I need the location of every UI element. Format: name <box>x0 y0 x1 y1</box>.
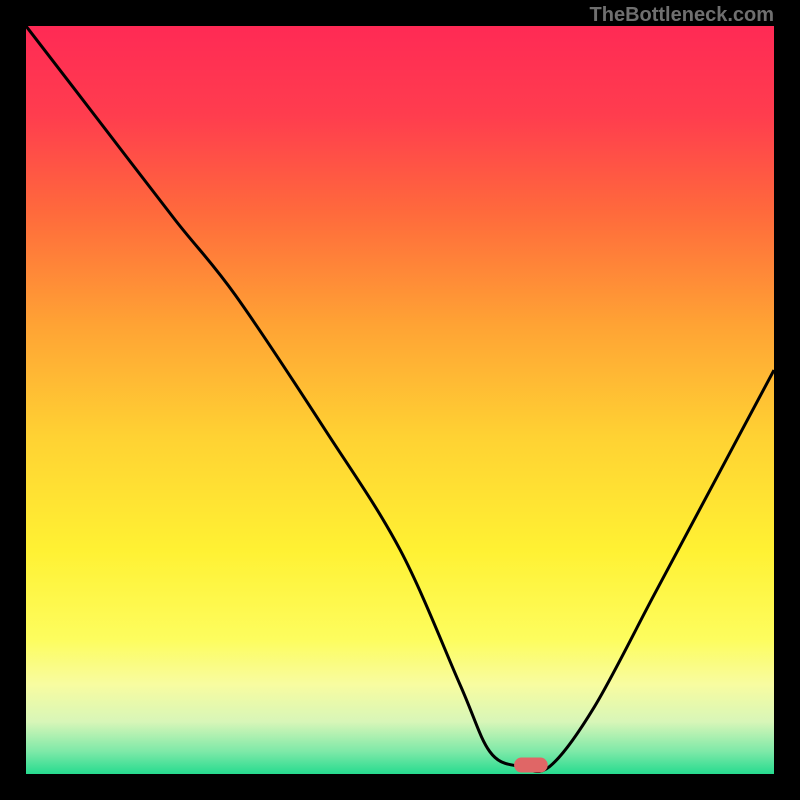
plot-background <box>26 26 774 774</box>
chart-container: TheBottleneck.com <box>0 0 800 800</box>
watermark-text: TheBottleneck.com <box>590 4 774 27</box>
bottleneck-marker <box>514 758 548 773</box>
bottleneck-chart <box>26 26 774 774</box>
